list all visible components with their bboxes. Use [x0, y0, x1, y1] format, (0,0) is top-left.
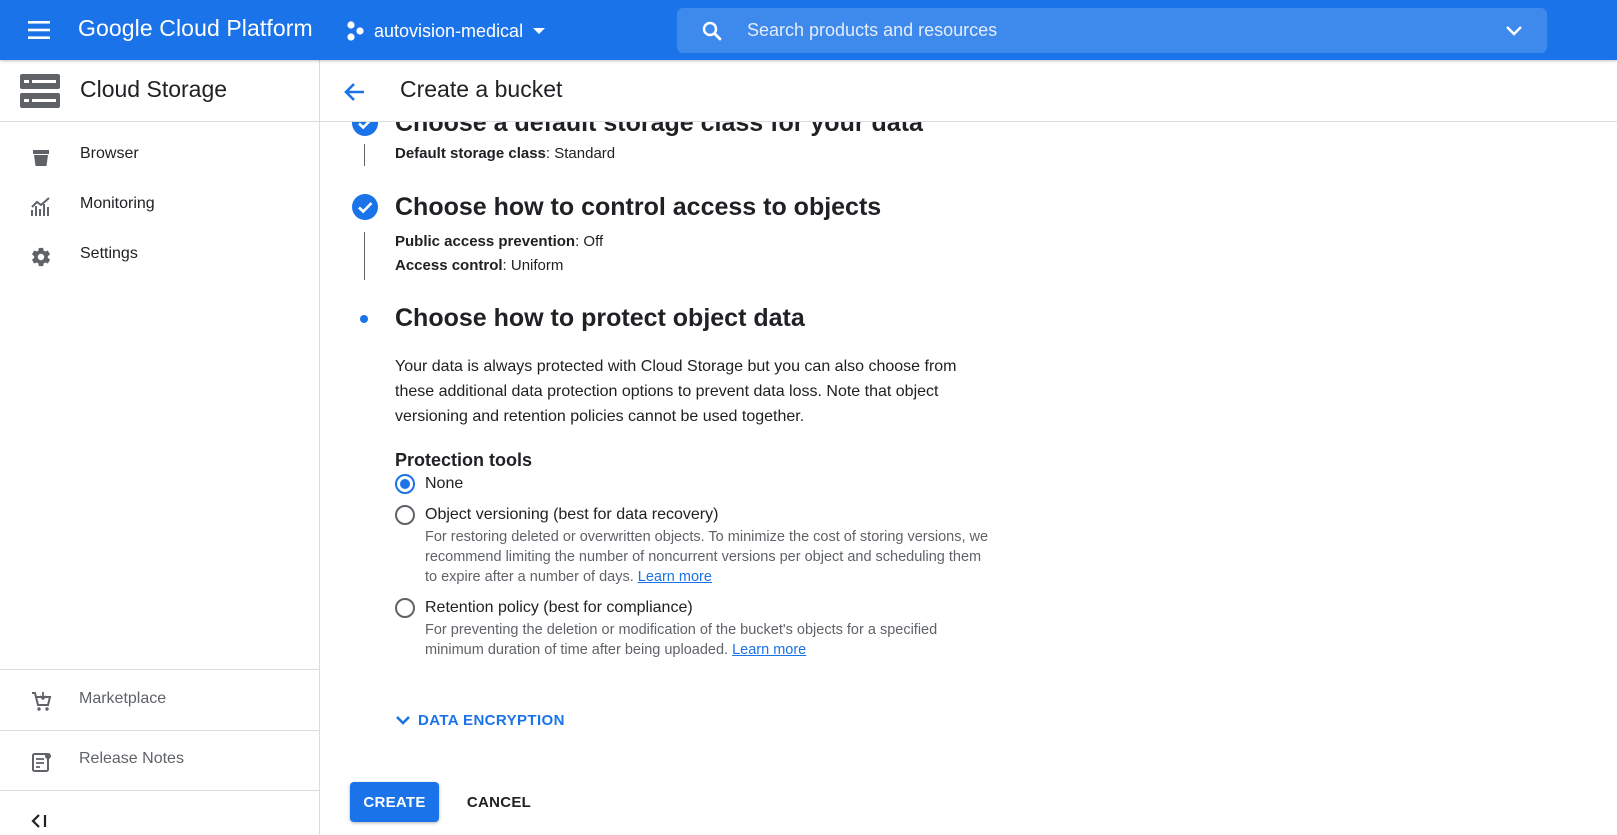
sidebar-item-label: Marketplace	[79, 690, 167, 707]
sidebar-item-release-notes[interactable]: Release Notes	[0, 730, 319, 790]
page-title: Create a bucket	[400, 76, 563, 102]
object-versioning-help: For restoring deleted or overwritten obj…	[425, 527, 995, 587]
step-title-access-control[interactable]: Choose how to control access to objects	[395, 193, 881, 222]
step-title-storage-class[interactable]: Choose a default storage class for your …	[395, 122, 923, 138]
project-icon	[347, 21, 364, 41]
sidebar-item-label: Settings	[80, 245, 138, 262]
radio-retention-policy[interactable]	[395, 598, 415, 618]
sidebar-title: Cloud Storage	[80, 76, 228, 102]
help-text: For preventing the deletion or modificat…	[425, 622, 938, 658]
chart-icon	[31, 197, 50, 216]
chevron-down-icon	[533, 28, 546, 34]
collapse-sidebar-icon[interactable]	[30, 812, 52, 830]
search-input[interactable]	[747, 8, 1447, 53]
protection-description: Your data is always protected with Cloud…	[395, 358, 957, 425]
create-button[interactable]: CREATE	[350, 782, 439, 822]
page-header: Create a bucket	[320, 60, 1617, 122]
summary-value: : Uniform	[502, 257, 564, 274]
summary-value: : Standard	[545, 145, 616, 162]
top-app-bar: Google Cloud Platform autovision-medical	[0, 0, 1617, 60]
radio-label-object-versioning[interactable]: Object versioning (best for data recover…	[425, 506, 718, 524]
search-icon	[702, 21, 722, 41]
project-name: autovision-medical	[374, 20, 524, 41]
step-connector	[364, 144, 365, 166]
radio-none[interactable]	[395, 474, 415, 494]
sidebar-item-label: Release Notes	[79, 750, 184, 767]
cart-icon	[32, 692, 52, 711]
sidebar-item-marketplace[interactable]: Marketplace	[0, 669, 319, 730]
sidebar-item-label: Browser	[80, 145, 139, 162]
summary-key: Default storage class	[395, 145, 546, 162]
active-step-indicator	[360, 315, 368, 323]
learn-more-link[interactable]: Learn more	[638, 569, 712, 585]
create-bucket-form: Choose a default storage class for your …	[320, 122, 1617, 835]
hamburger-menu-icon[interactable]	[24, 18, 56, 42]
radio-label-none[interactable]: None	[425, 475, 463, 493]
check-circle-icon	[352, 122, 378, 136]
notes-icon	[32, 753, 51, 772]
step-title-protect-data: Choose how to protect object data	[395, 304, 805, 332]
sidebar-item-settings[interactable]: Settings	[0, 232, 319, 280]
sidebar-header: Cloud Storage	[0, 60, 319, 122]
public-access-summary: Public access prevention: Off	[395, 233, 603, 250]
step-connector	[364, 232, 365, 280]
chevron-down-icon[interactable]	[1503, 20, 1525, 42]
retention-policy-help: For preventing the deletion or modificat…	[425, 620, 995, 660]
search-bar[interactable]	[677, 8, 1547, 53]
summary-key: Public access prevention	[395, 233, 576, 250]
expander-label: DATA ENCRYPTION	[418, 711, 565, 729]
storage-icon	[20, 74, 60, 108]
back-arrow-icon[interactable]	[342, 79, 368, 105]
gcp-logo-text[interactable]: Google Cloud Platform	[78, 15, 313, 42]
radio-label-retention-policy[interactable]: Retention policy (best for compliance)	[425, 599, 693, 617]
data-encryption-expander[interactable]: DATA ENCRYPTION	[392, 708, 565, 732]
access-control-summary: Access control: Uniform	[395, 257, 563, 274]
project-selector[interactable]: autovision-medical	[345, 17, 549, 45]
sidebar-item-browser[interactable]: Browser	[0, 132, 319, 180]
sidebar-item-monitoring[interactable]: Monitoring	[0, 182, 319, 230]
summary-key: Access control	[395, 257, 503, 274]
bucket-icon	[33, 150, 49, 166]
chevron-down-icon	[396, 716, 410, 725]
summary-value: : Off	[575, 233, 604, 250]
radio-object-versioning[interactable]	[395, 505, 415, 525]
sidebar-item-label: Monitoring	[80, 195, 155, 212]
check-circle-icon	[352, 194, 378, 220]
storage-class-summary: Default storage class: Standard	[395, 145, 615, 162]
protection-tools-heading: Protection tools	[395, 450, 533, 470]
gear-icon	[32, 247, 50, 267]
left-nav-sidebar: Cloud Storage Browser Monitoring Setting…	[0, 60, 320, 835]
cancel-button[interactable]: CANCEL	[455, 782, 543, 822]
learn-more-link[interactable]: Learn more	[732, 642, 806, 658]
